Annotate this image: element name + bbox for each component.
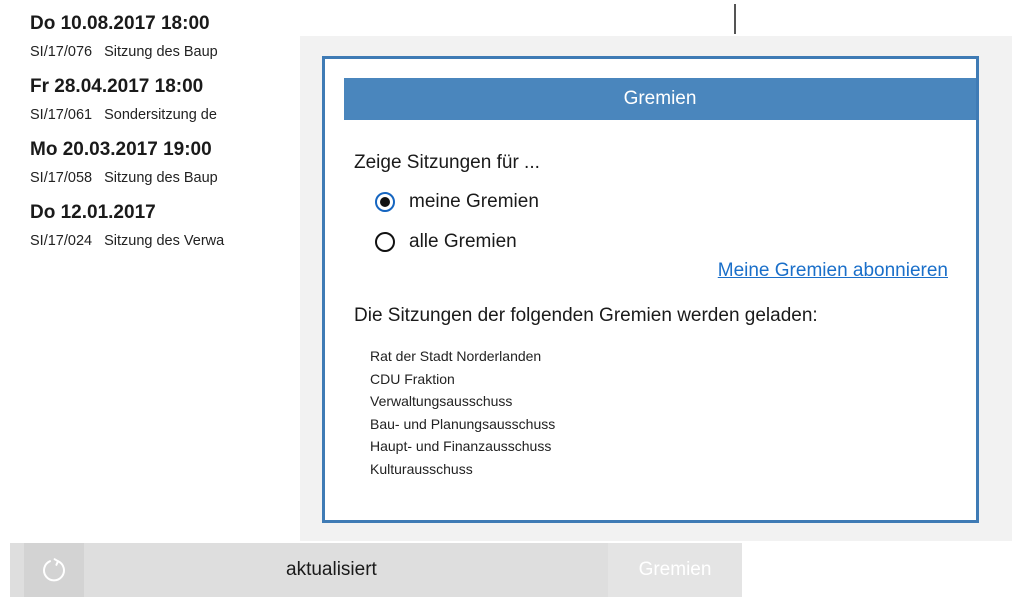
- meeting-code: SI/17/076: [30, 44, 93, 60]
- refresh-button[interactable]: [24, 543, 84, 597]
- subscribe-gremien-link[interactable]: Meine Gremien abonnieren: [718, 259, 948, 283]
- meeting-summary: SI/17/024 Sitzung des Verwa: [30, 229, 330, 253]
- meeting-item[interactable]: Do 10.08.2017 18:00 SI/17/076 Sitzung des…: [30, 12, 330, 64]
- status-text: aktualisiert: [286, 559, 377, 580]
- meeting-summary: SI/17/076 Sitzung des Baup: [30, 40, 330, 64]
- list-item: Verwaltungsausschuss: [370, 393, 513, 410]
- command-bar: aktualisiert Gremien: [10, 543, 742, 597]
- list-item: Haupt- und Finanzausschuss: [370, 438, 552, 455]
- pane-divider: [734, 4, 736, 34]
- radio-label: alle Gremien: [409, 231, 517, 252]
- flyout-title: Gremien: [344, 78, 976, 120]
- list-item: Bau- und Planungsausschuss: [370, 415, 556, 432]
- meeting-title: Sondersitzung de: [104, 107, 217, 123]
- gremien-button[interactable]: Gremien: [608, 543, 742, 597]
- list-item: Rat der Stadt Norderlanden: [370, 348, 542, 364]
- meeting-title: Sitzung des Verwa: [104, 233, 225, 249]
- radio-label: meine Gremien: [409, 191, 539, 212]
- app-window: Do 10.08.2017 18:00 SI/17/076 Sitzung des…: [0, 0, 1012, 597]
- show-meetings-label: Zeige Sitzungen für ...: [354, 152, 540, 173]
- radio-unchecked-icon[interactable]: [375, 232, 395, 252]
- loaded-gremien-heading: Die Sitzungen der folgenden Gremien werd…: [354, 305, 818, 326]
- meeting-date: Mo 20.03.2017 19:00: [30, 139, 212, 160]
- flyout-content: Gremien Zeige Sitzungen für ... meine Gr…: [322, 56, 979, 523]
- meeting-date: Do 12.01.2017: [30, 202, 156, 223]
- radio-meine-gremien[interactable]: meine Gremien: [375, 188, 539, 216]
- meeting-summary: SI/17/061 Sondersitzung de: [30, 103, 330, 127]
- meeting-title: Sitzung des Baup: [104, 44, 218, 60]
- list-item: CDU Fraktion: [370, 370, 455, 387]
- meeting-list: Do 10.08.2017 18:00 SI/17/076 Sitzung des…: [30, 12, 330, 264]
- meeting-item[interactable]: Fr 28.04.2017 18:00 SI/17/061 Sondersitzu…: [30, 75, 330, 127]
- meeting-summary: SI/17/058 Sitzung des Baup: [30, 166, 330, 190]
- meeting-code: SI/17/058: [30, 170, 93, 186]
- refresh-icon: [43, 558, 65, 582]
- gremien-list: Rat der Stadt Norderlanden CDU Fraktion …: [370, 346, 555, 482]
- meeting-item[interactable]: Do 12.01.2017 SI/17/024 Sitzung des Verwa: [30, 201, 330, 253]
- radio-checked-icon[interactable]: [375, 192, 395, 212]
- meeting-item[interactable]: Mo 20.03.2017 19:00 SI/17/058 Sitzung des…: [30, 138, 330, 190]
- radio-alle-gremien[interactable]: alle Gremien: [375, 228, 517, 256]
- meeting-date: Fr 28.04.2017 18:00: [30, 76, 204, 97]
- gremien-flyout: Gremien Zeige Sitzungen für ... meine Gr…: [300, 36, 1012, 541]
- meeting-title: Sitzung des Baup: [104, 170, 218, 186]
- meeting-date: Do 10.08.2017 18:00: [30, 13, 210, 34]
- meeting-code: SI/17/024: [30, 233, 93, 249]
- meeting-code: SI/17/061: [30, 107, 93, 123]
- list-item: Kulturausschuss: [370, 460, 473, 477]
